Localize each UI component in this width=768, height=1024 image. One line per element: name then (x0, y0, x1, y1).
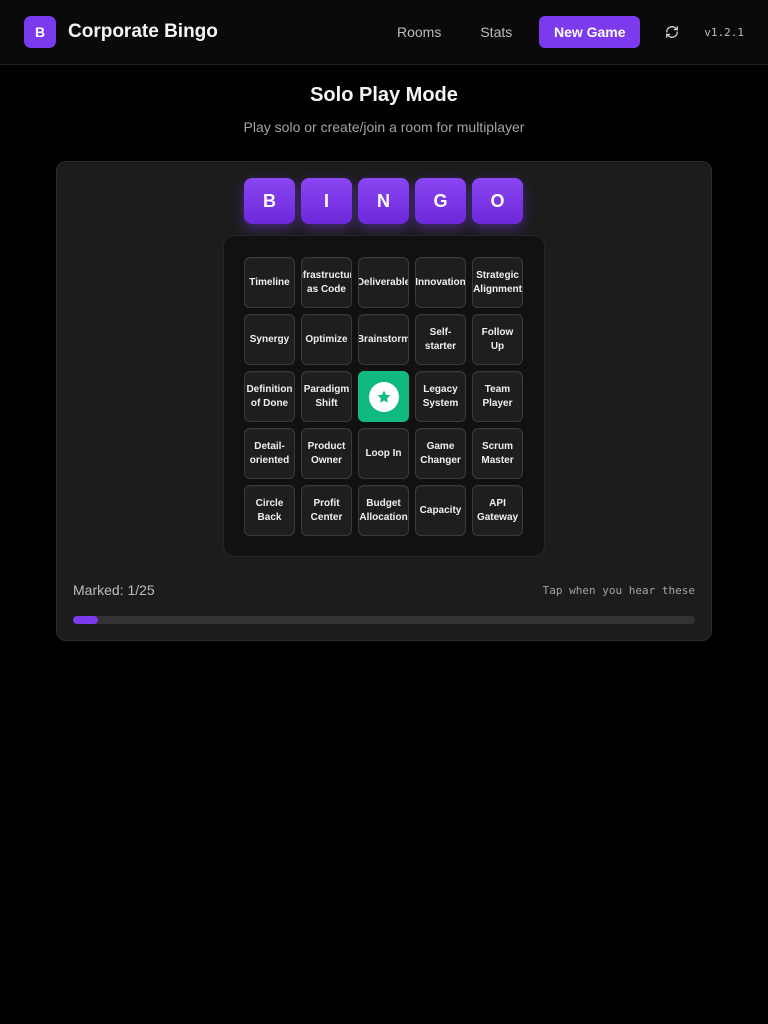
bingo-cell[interactable]: Self-starter (415, 314, 466, 365)
bingo-cell[interactable]: Definition of Done (244, 371, 295, 422)
top-nav: Rooms Stats New Game v1.2.1 (397, 16, 744, 48)
star-icon (368, 381, 399, 412)
version-label: v1.2.1 (704, 25, 744, 39)
nav-link-stats[interactable]: Stats (480, 24, 512, 40)
bingo-cell[interactable]: Timeline (244, 257, 295, 308)
page-subtitle: Play solo or create/join a room for mult… (243, 119, 525, 135)
bingo-cell[interactable]: Detail-oriented (244, 428, 295, 479)
bingo-letter-b: B (244, 178, 295, 224)
bingo-cell[interactable]: Optimize (301, 314, 352, 365)
bingo-cell[interactable]: Paradigm Shift (301, 371, 352, 422)
bingo-letter-n: N (358, 178, 409, 224)
bingo-cell[interactable]: Strategic Alignment (472, 257, 523, 308)
bingo-cell[interactable]: Follow Up (472, 314, 523, 365)
bingo-letter-g: G (415, 178, 466, 224)
bingo-cell[interactable]: Synergy (244, 314, 295, 365)
bingo-cell[interactable]: Budget Allocation (358, 485, 409, 536)
bingo-cell[interactable]: Capacity (415, 485, 466, 536)
bingo-letter-o: O (472, 178, 523, 224)
bingo-header: B I N G O (244, 178, 523, 224)
progress-bar (73, 616, 695, 624)
bingo-cell[interactable]: Circle Back (244, 485, 295, 536)
bingo-cell[interactable]: Game Changer (415, 428, 466, 479)
bingo-cell[interactable]: API Gateway (472, 485, 523, 536)
app-logo: B (24, 16, 56, 48)
refresh-icon[interactable] (664, 24, 680, 40)
bingo-cell[interactable]: Brainstorm (358, 314, 409, 365)
bingo-cell[interactable]: Profit Center (301, 485, 352, 536)
bingo-board: Timeline Infrastructure as Code Delivera… (223, 235, 545, 557)
bingo-cell[interactable]: Innovation (415, 257, 466, 308)
marked-count: Marked: 1/25 (73, 582, 155, 598)
nav-link-rooms[interactable]: Rooms (397, 24, 441, 40)
hint-text: Tap when you hear these (542, 584, 695, 597)
app-header: B Corporate Bingo Rooms Stats New Game v… (0, 0, 768, 65)
bingo-letter-i: I (301, 178, 352, 224)
bingo-card: B I N G O Timeline Infrastructure as Cod… (56, 161, 712, 641)
new-game-button[interactable]: New Game (539, 16, 641, 48)
page-title: Solo Play Mode (310, 84, 458, 106)
free-space-cell[interactable] (358, 371, 409, 422)
bingo-cell[interactable]: Scrum Master (472, 428, 523, 479)
app-title: Corporate Bingo (68, 21, 218, 42)
progress-fill (73, 616, 98, 624)
bingo-cell[interactable]: Loop In (358, 428, 409, 479)
bingo-cell[interactable]: Infrastructure as Code (301, 257, 352, 308)
bingo-cell[interactable]: Legacy System (415, 371, 466, 422)
bingo-cell[interactable]: Deliverable (358, 257, 409, 308)
bingo-cell[interactable]: Product Owner (301, 428, 352, 479)
bingo-cell[interactable]: Team Player (472, 371, 523, 422)
